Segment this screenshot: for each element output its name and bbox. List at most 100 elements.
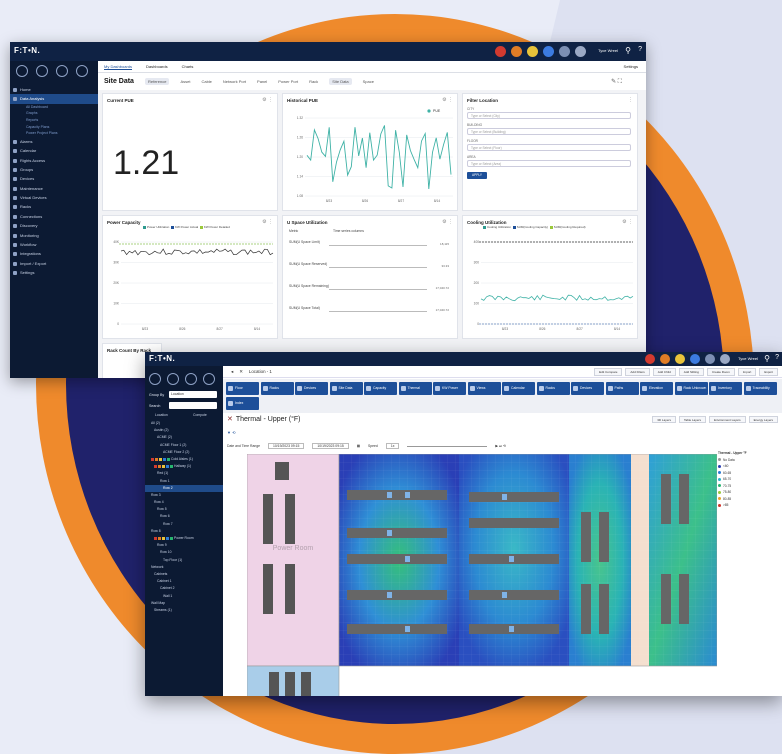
end-date-input[interactable]: 10/19/2023 09:15 xyxy=(312,443,349,449)
toolbar-button[interactable]: Index xyxy=(226,397,259,410)
play-controls[interactable]: ▶ ⏭ ⟲ xyxy=(495,444,505,448)
tree-item[interactable]: Network xyxy=(145,564,223,571)
toolbar-button[interactable]: Rack Unknown xyxy=(674,382,708,395)
sidebar-item[interactable]: Data Analysis xyxy=(10,94,98,104)
building-select[interactable]: Type or Select (Building) xyxy=(467,128,631,135)
sidebar-item[interactable]: Home xyxy=(10,85,98,94)
city-select[interactable]: Type or Select (City) xyxy=(467,112,631,119)
close-icon[interactable]: ✕ xyxy=(227,416,233,423)
tree-item[interactable]: Hallway (1) xyxy=(145,463,223,470)
toolbar-button[interactable]: Floor xyxy=(226,382,259,395)
alarm-critical-icon[interactable] xyxy=(495,46,506,57)
tree-item[interactable]: Cabinets xyxy=(145,571,223,578)
tree-item[interactable]: Row 9 xyxy=(145,542,223,549)
sidebar-item[interactable]: Racks xyxy=(10,202,98,211)
toolbar-button[interactable]: Capacity xyxy=(364,382,397,395)
tree-item[interactable]: Row 8 xyxy=(145,528,223,535)
alarm-info-icon[interactable] xyxy=(690,354,700,364)
more-icon[interactable]: ⚙ ⋮ xyxy=(442,97,453,103)
filter-asset[interactable]: Asset xyxy=(180,79,190,84)
close-icon[interactable]: ✕ xyxy=(239,369,243,375)
tree-item[interactable]: All (2) xyxy=(145,420,223,427)
sidebar-item[interactable]: Maintenance xyxy=(10,184,98,193)
location-action-button[interactable]: Import xyxy=(737,368,757,376)
alarm-minor-icon[interactable] xyxy=(527,46,538,57)
location-action-button[interactable]: Add Filters xyxy=(625,368,650,376)
sidebar-item[interactable]: Settings xyxy=(10,268,98,277)
settings-icon[interactable] xyxy=(167,373,179,385)
filter-network-port[interactable]: Network Port xyxy=(223,79,246,84)
search-icon[interactable]: ⚲ xyxy=(764,354,770,363)
sidebar-item[interactable]: Monitoring xyxy=(10,231,98,240)
timeline-slider[interactable] xyxy=(407,445,488,447)
tree-item[interactable]: ACME (2) xyxy=(145,434,223,441)
tree-item[interactable]: Wall Map xyxy=(145,600,223,607)
toolbar-button[interactable]: Racks xyxy=(536,382,570,395)
tree-item[interactable]: Red (1) xyxy=(145,470,223,477)
tree-item[interactable]: Cabinet 2 xyxy=(145,585,223,592)
sidebar-item[interactable]: Capacity Plans xyxy=(10,124,98,131)
filter-power-port[interactable]: Power Port xyxy=(278,79,298,84)
help-icon[interactable]: ? xyxy=(775,354,779,361)
tree-header-compute[interactable]: Compute xyxy=(193,413,207,417)
tree-item[interactable]: Power Room xyxy=(145,535,223,542)
sidebar-item[interactable]: Integrations xyxy=(10,249,98,258)
toolbar-button[interactable]: KW Power xyxy=(433,382,466,395)
location-tab[interactable]: Location - 1 xyxy=(249,369,272,374)
user-menu[interactable]: Tyce Wreel xyxy=(598,48,618,53)
alarm-info-icon[interactable] xyxy=(543,46,554,57)
layer-chip[interactable]: Environment Layers xyxy=(708,416,746,423)
filter-space[interactable]: Space xyxy=(363,79,374,84)
location-action-button[interactable]: Edit Compare xyxy=(594,368,623,376)
toolbar-button[interactable]: Calendar xyxy=(502,382,535,395)
sidebar-item[interactable]: Virtual Devices xyxy=(10,193,98,202)
toolbar-button[interactable]: Site Data xyxy=(329,382,363,395)
help-icon[interactable]: ? xyxy=(638,46,642,53)
alarm-critical-icon[interactable] xyxy=(645,354,655,364)
sidebar-item[interactable]: Devices xyxy=(10,174,98,183)
start-date-input[interactable]: 10/19/2023 09:15 xyxy=(267,443,305,449)
floor-select[interactable]: Type or Select (Floor) xyxy=(467,144,631,151)
more-icon[interactable]: ⚙ ⋮ xyxy=(622,219,633,225)
toolbar-button[interactable]: Devices xyxy=(571,382,604,395)
sidebar-item[interactable]: Calendar xyxy=(10,146,98,155)
filter-reference[interactable]: Reference xyxy=(144,78,170,85)
tab-my-dashboards[interactable]: My Dashboards xyxy=(104,64,133,70)
sidebar-item[interactable]: Reports xyxy=(10,117,98,124)
globe-icon[interactable] xyxy=(185,373,197,385)
apply-button[interactable]: APPLY xyxy=(467,172,487,179)
location-action-button[interactable]: Add Child xyxy=(652,368,676,376)
toolbar-button[interactable]: Paths xyxy=(605,382,639,395)
circle-icon[interactable] xyxy=(149,373,161,385)
grid-icon[interactable] xyxy=(76,65,88,77)
alarm-cleared-icon[interactable] xyxy=(575,46,586,57)
tree-item[interactable]: Streams (1) xyxy=(145,607,223,614)
search-icon[interactable]: ⚲ xyxy=(625,46,631,55)
alarm-major-icon[interactable] xyxy=(660,354,670,364)
more-icon[interactable]: ⋮ xyxy=(628,97,633,103)
settings-icon[interactable] xyxy=(36,65,48,77)
location-action-button[interactable]: Create Room xyxy=(706,368,735,376)
filter-site-data[interactable]: Site Data xyxy=(329,78,352,85)
location-action-button[interactable]: Add Sibling xyxy=(678,368,704,376)
tree-item[interactable]: Row 6 xyxy=(145,513,223,520)
user-menu[interactable]: Tyce Wreel xyxy=(738,356,758,361)
tree-item[interactable]: ACME Floor 1 (2) xyxy=(145,442,223,449)
sidebar-item[interactable]: Workflow xyxy=(10,240,98,249)
settings-dropdown[interactable]: Settings xyxy=(624,64,638,69)
layer-chip[interactable]: Table Layers xyxy=(678,416,706,423)
tree-item[interactable]: Row 1 xyxy=(145,478,223,485)
area-select[interactable]: Type or Select (Area) xyxy=(467,160,631,167)
sidebar-item[interactable]: Groups xyxy=(10,165,98,174)
toolbar-button[interactable]: Thermal xyxy=(398,382,432,395)
filter-cable[interactable]: Cable xyxy=(201,79,211,84)
tree-item[interactable]: Row 10 xyxy=(145,549,223,556)
sidebar-item[interactable]: Rights Access xyxy=(10,156,98,165)
tree-item[interactable]: Row 2 xyxy=(145,484,223,492)
tree-item[interactable]: Cabinet 1 xyxy=(145,578,223,585)
sidebar-item[interactable]: Discovery xyxy=(10,221,98,230)
toolbar-button[interactable]: Traceability xyxy=(743,382,777,395)
toolbar-button[interactable]: Devices xyxy=(295,382,328,395)
tree-header-location[interactable]: Location xyxy=(155,413,168,417)
toolbar-button[interactable]: Racks xyxy=(260,382,294,395)
